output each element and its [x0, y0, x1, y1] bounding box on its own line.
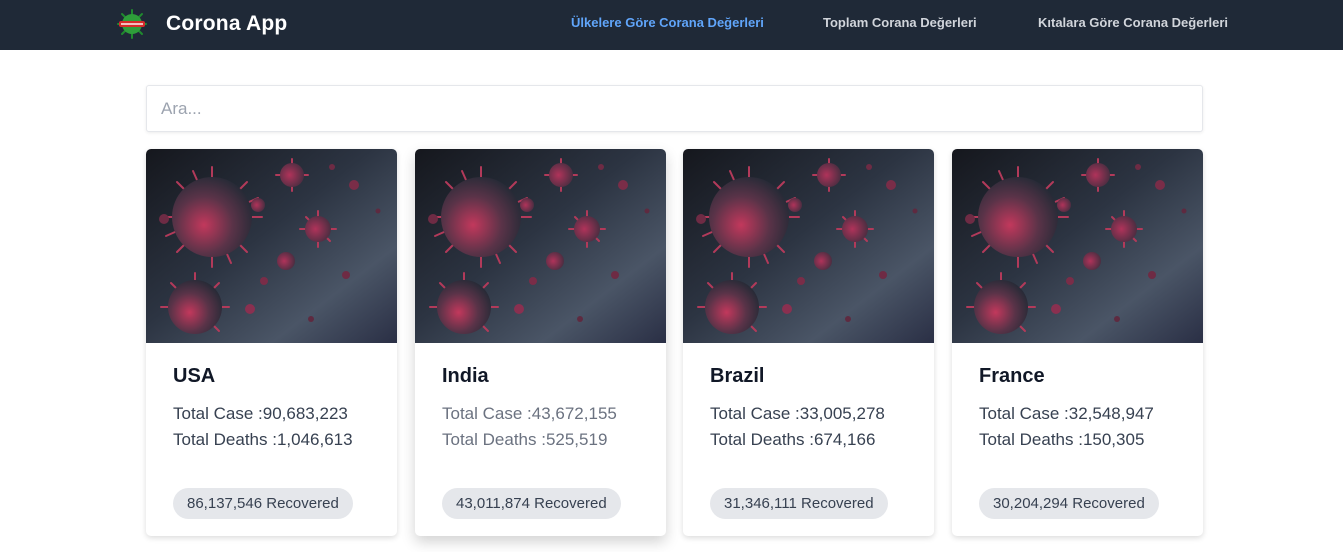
country-card-usa[interactable]: USA Total Case :90,683,223 Total Deaths … — [146, 149, 397, 536]
total-deaths: Total Deaths :674,166 — [710, 430, 876, 449]
total-deaths: Total Deaths :525,519 — [442, 430, 608, 449]
country-card-india[interactable]: India Total Case :43,672,155 Total Death… — [415, 149, 666, 536]
country-name: India — [442, 365, 489, 387]
nav-link-countries[interactable]: Ülkelere Göre Corana Değerleri — [571, 15, 764, 30]
total-case: Total Case :43,672,155 — [442, 404, 617, 423]
search-input[interactable] — [146, 85, 1203, 132]
country-name: France — [979, 365, 1045, 387]
total-case: Total Case :90,683,223 — [173, 404, 348, 423]
coronavirus-image — [415, 149, 666, 343]
recovered-badge: 43,011,874 Recovered — [442, 488, 621, 519]
coronavirus-image — [683, 149, 934, 343]
total-deaths: Total Deaths :150,305 — [979, 430, 1145, 449]
coronavirus-logo-icon — [117, 9, 147, 39]
recovered-badge: 86,137,546 Recovered — [173, 488, 353, 519]
nav-link-continents[interactable]: Kıtalara Göre Corana Değerleri — [1038, 15, 1228, 30]
top-navbar: Corona App Ülkelere Göre Corana Değerler… — [0, 0, 1343, 50]
brand[interactable]: Corona App — [116, 8, 287, 40]
recovered-badge: 31,346,111 Recovered — [710, 488, 888, 519]
total-case: Total Case :33,005,278 — [710, 404, 885, 423]
coronavirus-image — [952, 149, 1203, 343]
country-card-brazil[interactable]: Brazil Total Case :33,005,278 Total Deat… — [683, 149, 934, 536]
total-deaths: Total Deaths :1,046,613 — [173, 430, 353, 449]
total-case: Total Case :32,548,947 — [979, 404, 1154, 423]
nav-link-totals[interactable]: Toplam Corana Değerleri — [823, 15, 977, 30]
coronavirus-image — [146, 149, 397, 343]
country-name: Brazil — [710, 365, 765, 387]
recovered-badge: 30,204,294 Recovered — [979, 488, 1159, 519]
app-title: Corona App — [166, 12, 288, 35]
country-card-france[interactable]: France Total Case :32,548,947 Total Deat… — [952, 149, 1203, 536]
country-name: USA — [173, 365, 216, 387]
